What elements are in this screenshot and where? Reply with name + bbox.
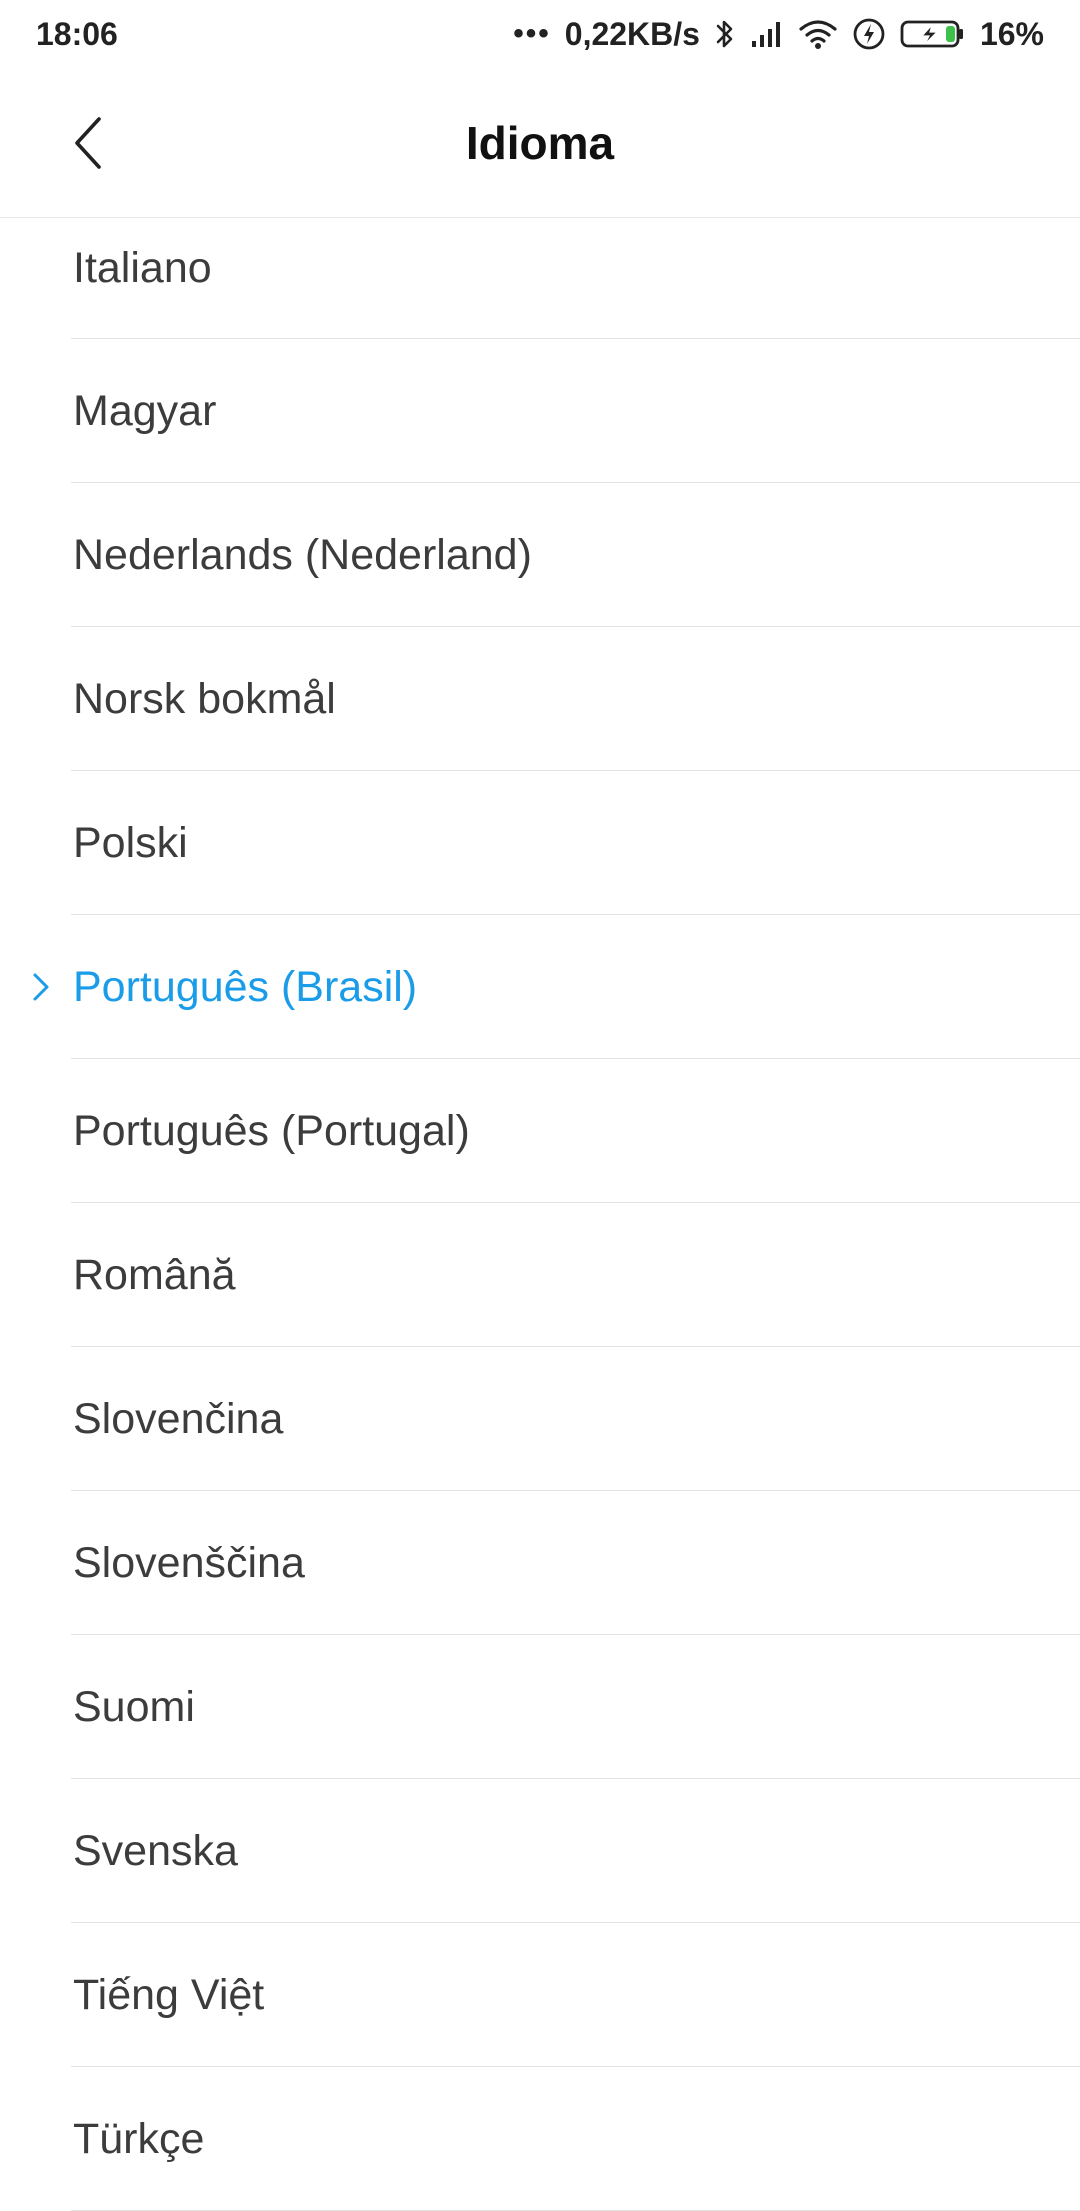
app-header: Idioma — [0, 68, 1080, 218]
language-label: Română — [73, 1251, 236, 1299]
language-option[interactable]: Tiếng Việt — [0, 1923, 1080, 2067]
language-option[interactable]: Português (Brasil) — [0, 915, 1080, 1059]
language-option[interactable]: Nederlands (Nederland) — [0, 483, 1080, 627]
language-option[interactable]: Svenska — [0, 1779, 1080, 1923]
signal-icon — [750, 19, 784, 49]
language-option[interactable]: Magyar — [0, 339, 1080, 483]
language-option[interactable]: Slovenčina — [0, 1347, 1080, 1491]
language-label: Português (Portugal) — [73, 1107, 470, 1155]
status-icons: ••• 0,22KB/s 16% — [513, 16, 1044, 53]
language-label: Nederlands (Nederland) — [73, 531, 532, 579]
language-option[interactable]: Română — [0, 1203, 1080, 1347]
language-option[interactable]: Português (Portugal) — [0, 1059, 1080, 1203]
chevron-right-icon — [33, 973, 49, 1001]
battery-percent: 16% — [979, 15, 1044, 52]
language-label: Magyar — [73, 387, 217, 435]
bluetooth-icon — [714, 17, 736, 51]
language-list: Italiano Magyar Nederlands (Nederland) Nors… — [0, 218, 1080, 2211]
battery-icon — [900, 17, 966, 51]
language-label: Svenska — [73, 1827, 238, 1875]
language-label: Norsk bokmål — [73, 675, 336, 723]
language-option[interactable]: Slovenščina — [0, 1491, 1080, 1635]
language-option[interactable]: Polski — [0, 771, 1080, 915]
language-option[interactable]: Suomi — [0, 1635, 1080, 1779]
language-label: Tiếng Việt — [73, 1971, 265, 2019]
wifi-icon — [798, 18, 838, 50]
language-label: Polski — [73, 819, 188, 867]
language-option[interactable]: Türkçe — [0, 2067, 1080, 2211]
network-speed: 0,22KB/s — [564, 15, 700, 52]
more-notifications-icon: ••• — [513, 17, 551, 50]
page-title: Idioma — [465, 117, 615, 169]
status-time: 18:06 — [36, 15, 118, 52]
language-option[interactable]: Norsk bokmål — [0, 627, 1080, 771]
charging-icon — [852, 17, 886, 51]
language-option[interactable]: Italiano — [0, 218, 1080, 339]
language-label: Slovenščina — [73, 1539, 305, 1587]
status-bar: 18:06 ••• 0,22KB/s 16% — [0, 0, 1080, 68]
language-label: Italiano — [73, 244, 212, 292]
language-label: Suomi — [73, 1683, 195, 1731]
language-label: Slovenčina — [73, 1395, 284, 1443]
language-label: Türkçe — [73, 2115, 205, 2163]
language-label: Português (Brasil) — [73, 963, 418, 1011]
